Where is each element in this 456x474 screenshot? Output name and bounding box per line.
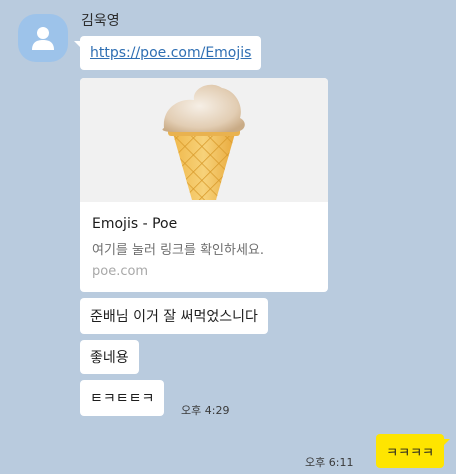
- link-message-bubble[interactable]: https://poe.com/Emojis: [73, 36, 262, 70]
- my-message-text: ㅋㅋㅋㅋ: [386, 445, 434, 461]
- link-preview-domain: poe.com: [92, 264, 149, 279]
- my-message-bubble[interactable]: ㅋㅋㅋㅋ: [376, 434, 450, 468]
- message-text: 준배님 이거 잘 써먹었스니다: [90, 309, 258, 325]
- link-preview-title: Emojis - Poe: [92, 216, 178, 232]
- message-text: 좋네용: [90, 350, 129, 366]
- message-bubble[interactable]: 좋네용: [80, 340, 139, 374]
- message-bubble[interactable]: 준배님 이거 잘 써먹었스니다: [80, 298, 268, 334]
- link-preview-description: 여기를 눌러 링크를 확인하세요.: [92, 243, 265, 258]
- message-text: ㅌㅋㅌㅌㅋ: [90, 391, 155, 407]
- ice-cream-cone-icon: [162, 84, 245, 200]
- message-bubble[interactable]: ㅌㅋㅌㅌㅋ: [80, 380, 165, 416]
- link-preview-image: [80, 78, 328, 202]
- person-icon: [32, 27, 54, 50]
- sender-name: 김욱영: [81, 13, 120, 29]
- link-preview-card[interactable]: Emojis - Poe 여기를 눌러 링크를 확인하세요. poe.com: [80, 78, 328, 292]
- sender-avatar[interactable]: [18, 14, 68, 62]
- my-message-timestamp: 오후 6:11: [305, 456, 354, 469]
- message-timestamp: 오후 4:29: [181, 404, 230, 417]
- link-url[interactable]: https://poe.com/Emojis: [90, 45, 251, 61]
